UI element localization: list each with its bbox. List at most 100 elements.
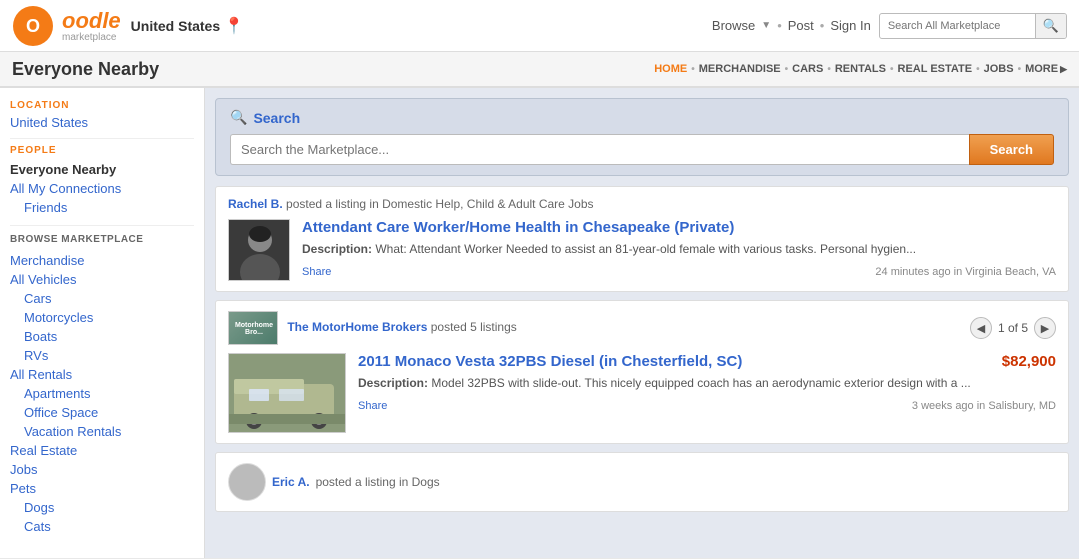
sidebar-item-friends[interactable]: Friends xyxy=(10,198,194,217)
listing-1-title[interactable]: Attendant Care Worker/Home Health in Che… xyxy=(302,219,1056,236)
listing-2-price: $82,900 xyxy=(1002,353,1056,370)
listing-3-user[interactable]: Eric A. xyxy=(272,475,310,489)
sidebar-item-pets[interactable]: Pets xyxy=(10,479,194,498)
header-search-button[interactable]: 🔍 xyxy=(1035,14,1066,38)
sidebar-item-jobs[interactable]: Jobs xyxy=(10,460,194,479)
sidebar-item-dogs[interactable]: Dogs xyxy=(10,498,194,517)
listing-2-title[interactable]: 2011 Monaco Vesta 32PBS Diesel (in Chest… xyxy=(358,353,742,370)
pagination-label: 1 of 5 xyxy=(998,321,1028,335)
listing-1-header-left: Rachel B. posted a listing in Domestic H… xyxy=(228,197,594,211)
sidebar-item-all-rentals[interactable]: All Rentals xyxy=(10,365,194,384)
cat-dot-1: • xyxy=(691,64,695,75)
search-icon: 🔍 xyxy=(230,109,247,126)
listing-2-header-left: Motorhome Bro... The MotorHome Brokers p… xyxy=(228,311,517,345)
header-nav: Browse ▼ • Post • Sign In xyxy=(712,18,871,33)
cat-dot-3: • xyxy=(827,64,831,75)
listing-1-time: 24 minutes ago in Virginia Beach, VA xyxy=(875,266,1056,278)
listing-1-avatar xyxy=(228,219,290,281)
sidebar-item-all-connections[interactable]: All My Connections xyxy=(10,179,194,198)
nav-bar: Everyone Nearby HOME • MERCHANDISE • CAR… xyxy=(0,52,1079,88)
listing-card-1: Rachel B. posted a listing in Domestic H… xyxy=(215,186,1069,292)
cat-merchandise[interactable]: MERCHANDISE xyxy=(699,63,781,75)
motorhome-svg xyxy=(229,354,346,433)
search-box: 🔍 Search Search xyxy=(215,98,1069,176)
oodle-logo-icon: O xyxy=(12,5,54,47)
rachel-avatar-svg xyxy=(229,220,290,281)
listing-2-action: posted 5 listings xyxy=(431,320,517,334)
cat-jobs[interactable]: JOBS xyxy=(984,63,1014,75)
logo-text: oodle xyxy=(62,8,121,34)
logo-area: O oodle marketplace xyxy=(12,5,121,47)
cat-dot-2: • xyxy=(785,64,789,75)
location-display[interactable]: United States 📍 xyxy=(131,16,244,36)
page-title: Everyone Nearby xyxy=(12,59,159,80)
sidebar: LOCATION United States PEOPLE Everyone N… xyxy=(0,88,205,558)
marketplace-search-button[interactable]: Search xyxy=(969,134,1054,165)
listing-card-2: Motorhome Bro... The MotorHome Brokers p… xyxy=(215,300,1069,444)
cat-home[interactable]: HOME xyxy=(654,63,687,75)
logo-subtitle: marketplace xyxy=(62,32,121,43)
more-dropdown-icon: ▶ xyxy=(1060,64,1067,75)
pagination-prev-button[interactable]: ◀ xyxy=(970,317,992,339)
sidebar-item-rvs[interactable]: RVs xyxy=(10,346,194,365)
cat-rentals[interactable]: RENTALS xyxy=(835,63,886,75)
listing-1-share[interactable]: Share xyxy=(302,266,331,278)
listing-1-details: Attendant Care Worker/Home Health in Che… xyxy=(302,219,1056,281)
listing-2-header: Motorhome Bro... The MotorHome Brokers p… xyxy=(228,311,1056,345)
nav-separator-1: • xyxy=(777,18,782,33)
main-layout: LOCATION United States PEOPLE Everyone N… xyxy=(0,88,1079,558)
listing-2-user[interactable]: The MotorHome Brokers xyxy=(287,320,427,334)
listing-1-body: Attendant Care Worker/Home Health in Che… xyxy=(228,219,1056,281)
listing-2-share[interactable]: Share xyxy=(358,400,387,412)
sidebar-item-all-vehicles[interactable]: All Vehicles xyxy=(10,270,194,289)
listing-1-action: posted a listing in Domestic Help, Child… xyxy=(286,197,593,211)
listing-2-footer: Share 3 weeks ago in Salisbury, MD xyxy=(358,400,1056,412)
sidebar-item-office-space[interactable]: Office Space xyxy=(10,403,194,422)
sidebar-item-cars[interactable]: Cars xyxy=(10,289,194,308)
cat-dot-6: • xyxy=(1018,64,1022,75)
post-link[interactable]: Post xyxy=(788,18,814,33)
sidebar-item-motorcycles[interactable]: Motorcycles xyxy=(10,308,194,327)
sign-in-link[interactable]: Sign In xyxy=(830,18,870,33)
location-pin-icon: 📍 xyxy=(224,16,244,36)
listing-1-header: Rachel B. posted a listing in Domestic H… xyxy=(228,197,1056,211)
cat-dot-4: • xyxy=(890,64,894,75)
listing-2-pagination: ◀ 1 of 5 ▶ xyxy=(970,317,1056,339)
cat-more[interactable]: MORE ▶ xyxy=(1025,63,1067,75)
search-input-row: Search xyxy=(230,134,1054,165)
cat-real-estate[interactable]: REAL ESTATE xyxy=(898,63,973,75)
marketplace-search-input[interactable] xyxy=(230,134,969,165)
browse-link[interactable]: Browse xyxy=(712,18,755,33)
top-header: O oodle marketplace United States 📍 Brow… xyxy=(0,0,1079,52)
svg-text:O: O xyxy=(26,16,40,36)
sidebar-item-boats[interactable]: Boats xyxy=(10,327,194,346)
category-nav: HOME • MERCHANDISE • CARS • RENTALS • RE… xyxy=(654,63,1067,75)
sidebar-item-vacation-rentals[interactable]: Vacation Rentals xyxy=(10,422,194,441)
cat-cars[interactable]: CARS xyxy=(792,63,823,75)
listing-1-footer: Share 24 minutes ago in Virginia Beach, … xyxy=(302,266,1056,278)
listing-2-description: Description: Model 32PBS with slide-out.… xyxy=(358,374,1056,392)
sidebar-divider-1 xyxy=(10,138,194,139)
header-search-input[interactable] xyxy=(880,20,1035,32)
sidebar-location-value[interactable]: United States xyxy=(10,115,194,130)
sidebar-people-title: PEOPLE xyxy=(10,145,194,156)
header-right: Browse ▼ • Post • Sign In 🔍 xyxy=(712,13,1067,39)
sidebar-item-apartments[interactable]: Apartments xyxy=(10,384,194,403)
listing-2-broker-thumb: Motorhome Bro... xyxy=(228,311,278,345)
listing-1-user[interactable]: Rachel B. xyxy=(228,197,283,211)
sidebar-item-cats[interactable]: Cats xyxy=(10,517,194,536)
sidebar-location-title: LOCATION xyxy=(10,100,194,111)
listing-2-body: 2011 Monaco Vesta 32PBS Diesel (in Chest… xyxy=(228,353,1056,433)
browse-dropdown-icon: ▼ xyxy=(761,20,771,31)
search-box-title: 🔍 Search xyxy=(230,109,1054,126)
listing-2-details-row: 2011 Monaco Vesta 32PBS Diesel (in Chest… xyxy=(358,353,1056,374)
pagination-next-button[interactable]: ▶ xyxy=(1034,317,1056,339)
content-area: 🔍 Search Search Rachel B. posted a listi… xyxy=(205,88,1079,558)
sidebar-browse-title: BROWSE MARKETPLACE xyxy=(10,234,194,245)
sidebar-item-real-estate[interactable]: Real Estate xyxy=(10,441,194,460)
cat-dot-5: • xyxy=(976,64,980,75)
sidebar-divider-2 xyxy=(10,225,194,226)
listing-2-time: 3 weeks ago in Salisbury, MD xyxy=(912,400,1056,412)
sidebar-item-everyone-nearby[interactable]: Everyone Nearby xyxy=(10,160,194,179)
sidebar-item-merchandise[interactable]: Merchandise xyxy=(10,251,194,270)
